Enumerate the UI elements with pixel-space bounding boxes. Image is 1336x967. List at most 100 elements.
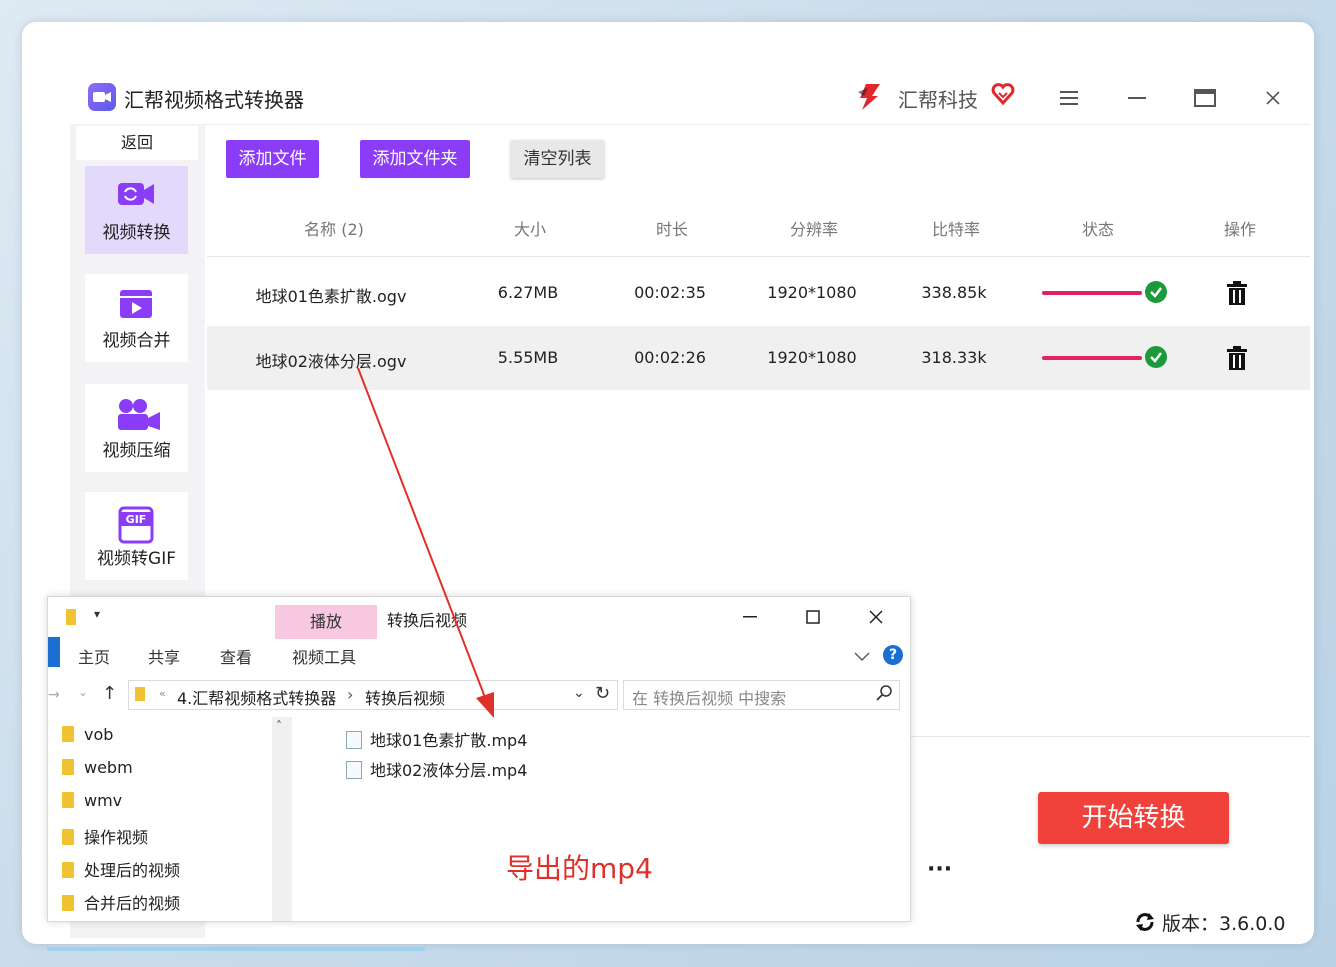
video-convert-icon [116,180,156,212]
file-item[interactable]: 地球02液体分层.mp4 [346,757,527,787]
sidebar-item-video-merge[interactable]: 视频合并 [85,274,188,362]
scroll-up-icon[interactable]: ˄ [276,719,282,733]
help-icon[interactable]: ? [883,645,903,665]
more-options-icon[interactable]: ··· [927,857,952,882]
sidebar-item-label: 视频转GIF [97,549,176,569]
delete-trash-icon[interactable] [1226,280,1248,310]
add-folder-button[interactable]: 添加文件夹 [360,140,470,178]
delete-trash-icon[interactable] [1226,345,1248,375]
cell-duration: 00:02:35 [634,283,706,302]
sidebar-item-video-convert[interactable]: 视频转换 [85,166,188,254]
address-bar[interactable]: « 4.汇帮视频格式转换器 › 转换后视频 ⌄ ↻ [128,680,618,710]
column-header-resolution[interactable]: 分辨率 [754,216,874,240]
horizontal-scrollbar[interactable] [47,947,425,951]
start-convert-button[interactable]: 开始转换 [1038,792,1229,844]
column-header-size[interactable]: 大小 [470,216,590,240]
search-input[interactable]: 在 转换后视频 中搜索 [623,680,900,710]
folder-icon [66,609,76,625]
svg-text:GIF: GIF [126,513,147,526]
title-bar: 汇帮视频格式转换器 汇帮科技 [70,70,1310,125]
annotation-text: 导出的mp4 [506,852,653,885]
tab-home[interactable]: 主页 [78,644,110,668]
close-button[interactable] [1259,84,1287,112]
column-header-duration[interactable]: 时长 [612,216,732,240]
sidebar-item-label: 视频压缩 [102,441,171,461]
column-header-action: 操作 [1223,220,1256,239]
video-merge-icon [116,288,156,324]
tab-play[interactable]: 播放 [275,605,377,639]
folder-icon [62,726,74,742]
sidebar-item-video-to-gif[interactable]: GIF 视频转GIF [85,492,188,580]
favorite-heart-icon[interactable] [991,82,1015,110]
folder-icon [62,895,74,911]
sidebar-item-label: 视频合并 [102,331,171,351]
chevron-down-icon[interactable] [854,647,870,666]
cell-resolution: 1920*1080 [767,348,857,367]
tree-scrollbar[interactable]: ˄ [272,717,292,921]
app-title: 汇帮视频格式转换器 [124,88,304,112]
cell-duration: 00:02:26 [634,348,706,367]
tree-item[interactable]: 操作视频 [62,824,148,848]
success-check-icon [1145,346,1167,368]
column-header-bitrate[interactable]: 比特率 [896,216,1016,240]
tree-item[interactable]: vob [62,725,113,744]
tab-video-tools[interactable]: 视频工具 [292,644,356,668]
success-check-icon [1145,281,1167,303]
table-row[interactable]: 地球02液体分层.ogv 5.55MB 00:02:26 1920*1080 3… [207,326,1310,390]
history-dropdown-icon[interactable]: ⌄ [78,685,88,699]
explorer-title: 转换后视频 [387,611,468,630]
progress-bar [1042,291,1142,295]
back-arrow-icon[interactable]: → [48,687,60,703]
dropdown-icon[interactable]: ▾ [94,607,100,621]
breadcrumb-item[interactable]: 转换后视频 [365,685,445,709]
breadcrumb-item[interactable]: 4.汇帮视频格式转换器 [177,685,336,709]
breadcrumb-separator-icon: › [347,685,354,704]
sidebar-item-label: 视频转换 [102,223,171,243]
search-icon[interactable] [876,685,892,705]
refresh-icon[interactable]: ↻ [595,683,610,704]
cell-bitrate: 318.33k [921,348,987,367]
cell-name: 地球02液体分层.ogv [255,352,407,371]
refresh-icon[interactable] [1134,911,1156,937]
tree-item[interactable]: wmv [62,791,122,810]
folder-icon [135,687,145,701]
file-item[interactable]: 地球01色素扩散.mp4 [346,727,527,757]
maximize-button[interactable] [1191,84,1219,112]
tree-item[interactable]: 合并后的视频 [62,890,180,914]
cell-name: 地球01色素扩散.ogv [255,287,407,306]
folder-icon [62,862,74,878]
menu-icon[interactable] [1055,84,1083,112]
breadcrumb-overflow-icon[interactable]: « [159,687,166,700]
video-file-icon [346,731,362,749]
clear-list-button[interactable]: 清空列表 [511,140,604,178]
explorer-maximize-button[interactable] [798,605,828,629]
file-tab-edge[interactable] [48,637,60,667]
sidebar-item-video-compress[interactable]: 视频压缩 [85,384,188,472]
up-arrow-icon[interactable]: ↑ [102,683,117,704]
table-row[interactable]: 地球01色素扩散.ogv 6.27MB 00:02:35 1920*1080 3… [207,261,1310,325]
tab-share[interactable]: 共享 [148,644,180,668]
folder-icon [62,759,74,775]
folder-tree: vob webm wmv 操作视频 处理后的视频 合并后的视频 [48,717,272,921]
address-dropdown-icon[interactable]: ⌄ [573,685,585,701]
table-header: 名称 (2) 大小 时长 分辨率 比特率 状态 操作 [207,194,1310,257]
video-file-icon [346,761,362,779]
brand-logo-icon [854,82,884,116]
back-button[interactable]: 返回 [76,126,198,160]
tree-item[interactable]: 处理后的视频 [62,857,180,881]
cell-size: 5.55MB [497,348,559,367]
explorer-minimize-button[interactable] [735,605,765,629]
column-header-name[interactable]: 名称 (2) [274,216,394,240]
tab-view[interactable]: 查看 [220,644,252,668]
column-header-status: 状态 [1081,220,1114,239]
video-compress-icon [116,398,162,436]
cell-size: 6.27MB [497,283,559,302]
minimize-button[interactable] [1123,84,1151,112]
brand-name: 汇帮科技 [898,88,978,112]
explorer-close-button[interactable] [861,605,891,629]
add-file-button[interactable]: 添加文件 [226,140,319,178]
tree-item[interactable]: webm [62,758,133,777]
app-logo-icon [88,83,116,111]
progress-bar [1042,356,1142,360]
folder-icon [62,792,74,808]
